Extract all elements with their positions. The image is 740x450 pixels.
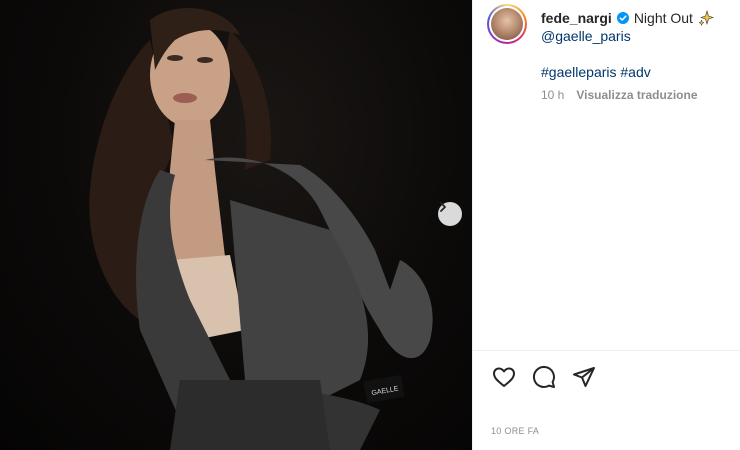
post-title: Night Out: [633, 10, 693, 26]
caption-meta: 10 h Visualizza traduzione: [541, 88, 698, 102]
share-button[interactable]: [571, 364, 597, 390]
divider: [473, 350, 740, 351]
like-button[interactable]: [491, 364, 517, 390]
hashtag-link[interactable]: #adv: [620, 64, 650, 80]
avatar[interactable]: [487, 4, 527, 44]
heart-icon: [493, 367, 515, 387]
chevron-right-icon: [440, 202, 446, 212]
caption-header: fede_nargi Night Out: [541, 10, 714, 26]
next-photo-button[interactable]: [438, 202, 462, 226]
comment-button[interactable]: [531, 364, 557, 390]
hashtags: #gaelleparis #adv: [541, 64, 651, 80]
hashtag-link[interactable]: #gaelleparis: [541, 64, 617, 80]
sparkles-icon: [698, 10, 714, 26]
username-link[interactable]: fede_nargi: [541, 10, 612, 26]
translate-button[interactable]: Visualizza traduzione: [576, 88, 697, 102]
post-timestamp[interactable]: 10 ORE FA: [491, 426, 539, 436]
post-details-panel: fede_nargi Night Out @gaelle_paris #gael…: [472, 0, 740, 450]
avatar-image: [491, 8, 523, 40]
mention-link[interactable]: @gaelle_paris: [541, 28, 631, 44]
action-bar: [491, 364, 597, 390]
photo-illustration: GAELLE: [89, 8, 433, 450]
post-photo[interactable]: GAELLE: [0, 0, 472, 450]
comment-bubble-icon: [532, 365, 555, 388]
paper-plane-icon: [573, 367, 595, 387]
relative-time: 10 h: [541, 88, 565, 102]
verified-badge-icon: [616, 12, 629, 24]
